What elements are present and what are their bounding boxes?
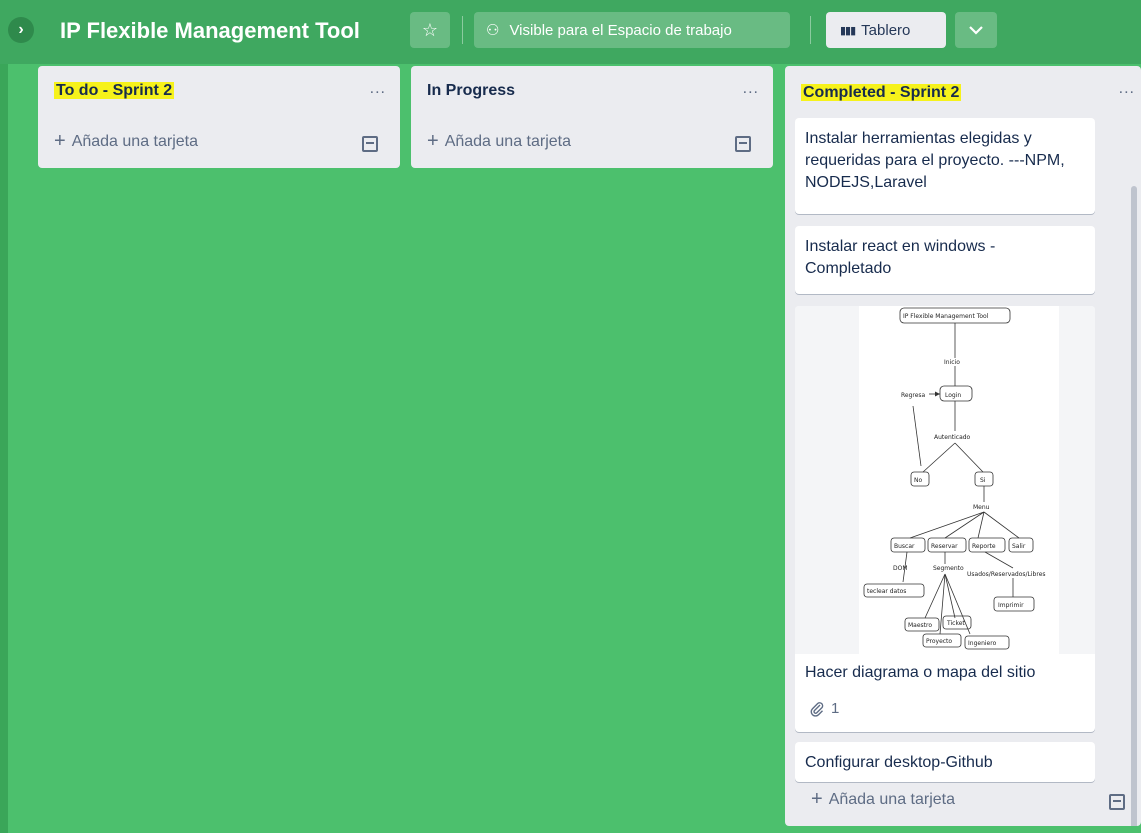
board-view-label: Tablero (861, 21, 911, 39)
add-card-button[interactable]: + Añada una tarjeta (811, 788, 955, 811)
plus-icon: + (54, 130, 66, 152)
star-icon: ☆ (421, 19, 439, 40)
list-title[interactable]: To do - Sprint 2 (54, 82, 175, 100)
diagram-node: IP Flexible Management Tool (903, 313, 989, 320)
header-divider (462, 16, 463, 44)
diagram-node: Ingeniero (968, 640, 997, 647)
chevron-down-icon (969, 26, 983, 35)
card-template-icon[interactable] (735, 136, 751, 152)
list-todo: To do - Sprint 2 ... + Añada una tarjeta (38, 66, 400, 168)
diagram-node: No (914, 477, 922, 484)
list-menu-button[interactable]: ... (370, 80, 386, 98)
card-title: Hacer diagrama o mapa del sitio (805, 664, 1036, 681)
diagram-node: Reporte (972, 543, 996, 550)
list-scrollbar[interactable] (1131, 186, 1137, 826)
site-map-diagram: IP Flexible Management Tool Inicio Regre… (859, 306, 1059, 654)
diagram-node: Usados/Reservados/Libres (967, 571, 1046, 578)
list-menu-button[interactable]: ... (743, 80, 759, 98)
board-title[interactable]: IP Flexible Management Tool (60, 18, 360, 44)
board-header: › IP Flexible Management Tool ☆ ⚇ Visibl… (0, 0, 1141, 64)
list-in-progress: In Progress ... + Añada una tarjeta (411, 66, 773, 168)
diagram-node: Reservar (931, 543, 958, 550)
people-icon: ⚇ (486, 22, 500, 39)
card[interactable]: Instalar react en windows - Completado (795, 226, 1095, 294)
card-template-icon[interactable] (362, 136, 378, 152)
diagram-node: Imprimir (998, 602, 1024, 609)
diagram-node: Proyecto (926, 638, 952, 645)
view-switcher-button[interactable] (955, 12, 997, 48)
sidebar-expand-button[interactable]: › (8, 17, 34, 43)
add-card-button[interactable]: + Añada una tarjeta (427, 130, 571, 153)
card-template-icon[interactable] (1109, 794, 1125, 810)
card[interactable]: IP Flexible Management Tool Inicio Regre… (795, 306, 1095, 732)
paperclip-icon (810, 702, 824, 717)
diagram-node: Autenticado (934, 434, 971, 441)
visibility-label: Visible para el Espacio de trabajo (509, 21, 732, 39)
diagram-node: Segmento (933, 565, 964, 572)
plus-icon: + (427, 130, 439, 152)
diagram-node: Maestro (908, 622, 932, 629)
card[interactable]: Configurar desktop-Github (795, 742, 1095, 782)
diagram-node: Salir (1012, 543, 1026, 550)
plus-icon: + (811, 788, 823, 810)
add-card-button[interactable]: + Añada una tarjeta (54, 130, 198, 153)
board-view-icon: ▮▮▮ (840, 24, 856, 37)
list-completed: Completed - Sprint 2 ... Instalar herram… (785, 66, 1141, 826)
diagram-node: Login (945, 392, 961, 399)
diagram-node: teclear datos (867, 588, 906, 595)
header-divider (810, 16, 811, 44)
add-card-label: Añada una tarjeta (71, 132, 199, 150)
chevron-right-icon: › (18, 21, 24, 38)
add-card-label: Añada una tarjeta (444, 132, 572, 150)
diagram-node: Inicio (944, 359, 960, 366)
card[interactable]: Instalar herramientas elegidas y requeri… (795, 118, 1095, 214)
star-board-button[interactable]: ☆ (410, 12, 450, 48)
board-left-strip (0, 0, 8, 833)
list-menu-button[interactable]: ... (1119, 80, 1135, 98)
diagram-node: Regresa (901, 392, 926, 399)
diagram-node: DOM (893, 565, 908, 572)
diagram-node: Buscar (894, 543, 915, 550)
list-title[interactable]: In Progress (427, 82, 515, 100)
attachment-badge: 1 (809, 698, 839, 720)
diagram-node: Si (980, 477, 986, 484)
diagram-node: Menu (973, 504, 990, 511)
board-view-button[interactable]: ▮▮▮ Tablero (826, 12, 946, 48)
add-card-label: Añada una tarjeta (828, 790, 956, 808)
card-cover-image: IP Flexible Management Tool Inicio Regre… (795, 306, 1095, 654)
diagram-node: Ticket (946, 620, 965, 627)
attachment-count: 1 (831, 700, 840, 717)
visibility-button[interactable]: ⚇ Visible para el Espacio de trabajo (474, 12, 790, 48)
list-title[interactable]: Completed - Sprint 2 (801, 84, 962, 102)
